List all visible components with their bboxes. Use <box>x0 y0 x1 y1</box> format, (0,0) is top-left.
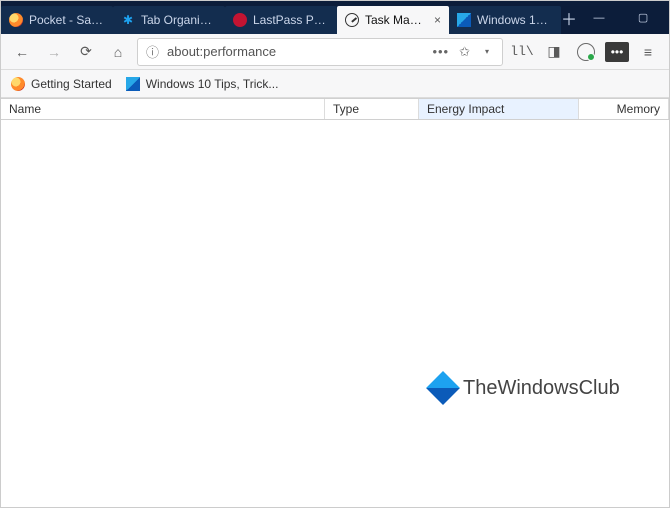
watermark-text: TheWindowsClub <box>463 377 620 400</box>
lastpass-icon <box>233 13 247 27</box>
fxa-avatar-icon[interactable] <box>573 39 599 65</box>
window-close-button[interactable]: ✕ <box>665 1 670 34</box>
tab-label: Tab Organizers <box>141 13 217 27</box>
column-header-name[interactable]: Name <box>1 99 325 119</box>
reader-mode-icon[interactable]: ✩ <box>459 44 470 60</box>
toolbar-actions: ll\ ◨ ••• ≡ <box>509 39 661 65</box>
bookmark-label: Getting Started <box>31 77 112 91</box>
firefox-icon <box>9 13 23 27</box>
forward-button[interactable]: → <box>41 39 67 65</box>
tab-label: Windows 10 Tips <box>477 13 553 27</box>
column-header-memory[interactable]: Memory <box>579 99 669 119</box>
sidebar-icon[interactable]: ◨ <box>541 39 567 65</box>
window-maximize-button[interactable]: ▢ <box>621 1 665 34</box>
browser-tab[interactable]: Windows 10 Tips <box>449 6 561 34</box>
reload-button[interactable]: ⟳ <box>73 39 99 65</box>
url-bar[interactable]: ⓘ about:performance ••• ✩ ▾ <box>137 38 503 66</box>
tab-label: LastPass Passwo <box>253 13 329 27</box>
window-controls: — ▢ ✕ <box>577 1 670 34</box>
addon-star-icon: ✱ <box>121 13 135 27</box>
url-text: about:performance <box>167 44 424 59</box>
browser-tab[interactable]: ✱ Tab Organizers <box>113 6 225 34</box>
gauge-icon <box>345 13 359 27</box>
browser-tab[interactable]: LastPass Passwo <box>225 6 337 34</box>
back-button[interactable]: ← <box>9 39 35 65</box>
watermark-logo-icon <box>426 371 460 405</box>
browser-tab[interactable]: Pocket - Save ne <box>1 6 113 34</box>
window-minimize-button[interactable]: — <box>577 1 621 34</box>
window-titlebar: Pocket - Save ne ✱ Tab Organizers LastPass … <box>1 1 669 34</box>
bookmark-item[interactable]: Windows 10 Tips, Trick... <box>126 77 279 91</box>
overflow-menu-icon[interactable]: ••• <box>605 42 629 62</box>
windows-icon <box>126 77 140 91</box>
page-actions-icon[interactable]: ••• <box>432 44 449 59</box>
column-header-energy[interactable]: Energy Impact <box>419 99 579 119</box>
watermark: TheWindowsClub <box>431 376 620 400</box>
tab-close-icon[interactable]: × <box>434 13 441 27</box>
new-tab-button[interactable]: ＋ <box>561 1 577 34</box>
firefox-icon <box>11 77 25 91</box>
tab-label: Pocket - Save ne <box>29 13 105 27</box>
browser-tab[interactable]: Task Manager × <box>337 6 449 34</box>
bookmarks-toolbar: Getting Started Windows 10 Tips, Trick... <box>1 70 669 98</box>
bookmark-label: Windows 10 Tips, Trick... <box>146 77 279 91</box>
library-icon[interactable]: ll\ <box>509 39 535 65</box>
tab-strip: Pocket - Save ne ✱ Tab Organizers LastPass … <box>1 1 561 34</box>
identity-icon[interactable]: ⓘ <box>146 42 159 61</box>
nav-toolbar: ← → ⟳ ⌂ ⓘ about:performance ••• ✩ ▾ ll\ … <box>1 34 669 70</box>
urlbar-dropdown-icon[interactable]: ▾ <box>480 47 494 56</box>
tab-label: Task Manager <box>365 13 428 27</box>
windows-icon <box>457 13 471 27</box>
hamburger-menu-icon[interactable]: ≡ <box>635 39 661 65</box>
bookmark-item[interactable]: Getting Started <box>11 77 112 91</box>
table-header: Name Type Energy Impact Memory <box>1 98 669 120</box>
home-button[interactable]: ⌂ <box>105 39 131 65</box>
column-header-type[interactable]: Type <box>325 99 419 119</box>
